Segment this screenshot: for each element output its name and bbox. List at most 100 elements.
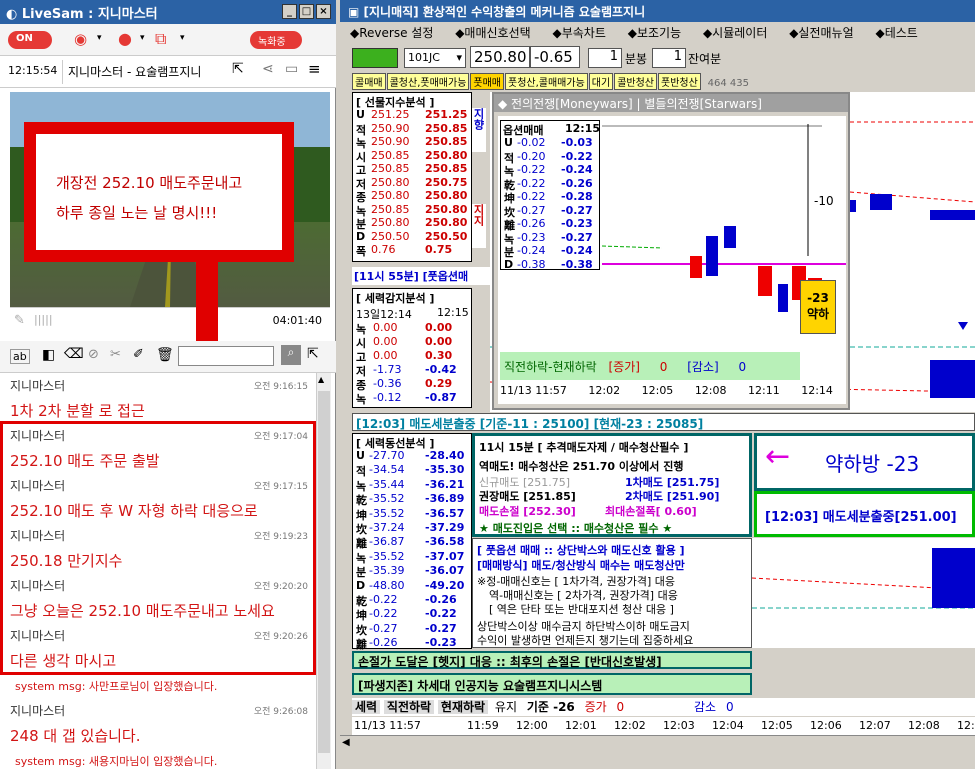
- scroll-left-icon[interactable]: ◀: [342, 737, 350, 748]
- chat-scrollbar[interactable]: ▲: [316, 373, 331, 769]
- menu-subchart[interactable]: ◆부속차트: [553, 26, 606, 40]
- divider: [62, 60, 63, 84]
- futures-value-a: 250.50: [371, 229, 410, 243]
- chat-time: 오전 9:20:20: [253, 582, 308, 592]
- tools-icon[interactable]: ✂: [110, 347, 121, 362]
- popout-icon[interactable]: ⇱: [307, 346, 319, 362]
- tab-put-exit[interactable]: 풋청산,콜매매가능: [505, 73, 588, 90]
- scroll-up-icon[interactable]: ▲: [318, 375, 324, 384]
- weak-badge-num: -23: [807, 291, 829, 305]
- futures-analysis-panel: [ 선물지수분석 ] U 251.25 251.25 적 250.90 250.85 녹 25…: [352, 92, 472, 262]
- menu-signal[interactable]: ◆매매신호선택: [455, 26, 530, 40]
- futures-key: U: [356, 108, 365, 121]
- time-axis-label: 12:04: [712, 719, 744, 732]
- futures-value-b: 250.85: [425, 121, 468, 135]
- volume-slider[interactable]: |||||: [34, 313, 53, 326]
- futures-side-label: 지향: [472, 108, 486, 152]
- close-icon[interactable]: ×: [316, 4, 331, 19]
- eraser-icon[interactable]: ⌫: [64, 346, 84, 362]
- app-icon: ▣: [348, 5, 360, 19]
- bun-input[interactable]: 1: [588, 48, 622, 68]
- mic-icon[interactable]: ●: [118, 29, 132, 48]
- option-table: 옵션매매 12:15 U -0.02 -0.03 적 -0.20 -0.22 녹 -0.22-…: [500, 120, 600, 271]
- trend-analysis-panel: [ 세력동선분석 ] U -27.70 -28.40 적 -34.54 -35.30 녹 -3…: [352, 433, 472, 652]
- remain-input[interactable]: 1: [652, 48, 686, 68]
- tab-put[interactable]: 풋매매: [470, 73, 504, 90]
- option-value-b: -0.23: [561, 217, 593, 230]
- menu-manual[interactable]: ◆실전매뉴얼: [789, 26, 853, 40]
- option-value-b: -0.22: [561, 149, 593, 163]
- signal-panel: 11시 15분 [ 추격매도자제 / 매수청산필수 ] 역매도! 매수청산은 2…: [472, 433, 752, 537]
- chevron-down-icon: ▾: [456, 51, 462, 64]
- chat-text: 250.18 만기지수: [10, 552, 123, 570]
- futures-value-b: 250.75: [425, 175, 468, 189]
- video-area: 개장전 252.10 매도주문내고 하루 종일 노는 날 명시!!!: [10, 92, 330, 307]
- chat-search-input[interactable]: [178, 346, 274, 366]
- popup-dec: 0: [738, 360, 747, 374]
- futures-value-a: 250.80: [371, 216, 410, 229]
- signal-head: 11시 15분 [ 추격매도자제 / 매수청산필수 ]: [479, 441, 689, 454]
- room-title: 지니마스터 - 요술램프지니: [68, 65, 202, 79]
- target-icon[interactable]: ◉: [74, 30, 87, 48]
- force-key: 녹: [356, 393, 367, 406]
- menu-reverse[interactable]: ◆Reverse 설정: [350, 26, 433, 40]
- screen-share-icon[interactable]: ⧉: [155, 29, 166, 49]
- overlay-line: 개장전 252.10 매도주문내고: [56, 174, 243, 192]
- popup-status: 직전하락-현재하락: [504, 360, 597, 374]
- volume-icon[interactable]: ✎: [14, 313, 25, 328]
- futures-value-a: 251.25: [371, 108, 410, 121]
- popup-inc: 0: [659, 360, 668, 374]
- chat-message: 지니마스터 오전 9:20:26 다른 생각 마시고: [0, 623, 316, 673]
- recording-toggle[interactable]: 녹화중: [250, 31, 302, 49]
- option-value-b: -0.28: [561, 190, 593, 203]
- tab-call-half[interactable]: 콜반청산: [614, 73, 657, 90]
- menu-icon[interactable]: ≡: [308, 60, 321, 78]
- chevron-down-icon[interactable]: ▾: [97, 33, 102, 43]
- search-icon[interactable]: ⌕: [281, 345, 301, 365]
- horizontal-scrollbar[interactable]: ◀: [340, 735, 975, 751]
- block-icon[interactable]: ⊘: [88, 347, 99, 362]
- share-icon[interactable]: ⋖: [262, 61, 274, 77]
- comment-icon[interactable]: ▭: [285, 61, 298, 77]
- split-box-panel: [12:03] 매도세분출중[251.00]: [754, 491, 975, 537]
- chat-message: 지니마스터 오전 9:16:15 1차 2차 분할 로 접근: [0, 373, 316, 421]
- chevron-down-icon[interactable]: ▾: [180, 33, 185, 43]
- tab-call-exit[interactable]: 콜청산,풋매매가능: [386, 73, 470, 90]
- edit-icon[interactable]: ✐: [133, 347, 144, 362]
- tab-put-half[interactable]: 풋반청산: [658, 73, 701, 90]
- futures-side-label2: 지지: [472, 204, 486, 248]
- menu-test[interactable]: ◆테스트: [875, 26, 917, 40]
- font-style-button[interactable]: ab: [10, 349, 30, 364]
- status-inc: 0: [616, 700, 625, 714]
- futures-value-a: 250.90: [371, 135, 410, 148]
- remain-label: 잔여분: [688, 52, 722, 66]
- status-label: 세력: [352, 700, 381, 714]
- chat-time: 오전 9:17:15: [253, 482, 308, 492]
- time-axis-label: 11:59: [467, 719, 499, 732]
- tab-call[interactable]: 콜매매: [352, 73, 386, 90]
- lower-chart-svg: [751, 548, 975, 609]
- video-status-bar: ✎ ||||| 04:01:40: [10, 307, 330, 335]
- menu-aux[interactable]: ◆보조기능: [628, 26, 681, 40]
- moneywars-popup: ◆ 전의전쟁[Moneywars] | 별들의전쟁[Starwars] 옵션매매…: [492, 92, 850, 410]
- panel-icon[interactable]: ◧: [42, 347, 55, 363]
- chevron-down-icon[interactable]: ▾: [140, 33, 145, 43]
- minimize-icon[interactable]: _: [282, 4, 297, 19]
- popup-time: 12:11: [748, 384, 780, 397]
- popup-status-bar: 직전하락-현재하락 [증가] 0 [감소] 0: [500, 352, 800, 380]
- popout-icon[interactable]: ⇱: [232, 61, 244, 77]
- tab-wait[interactable]: 대기: [588, 73, 614, 90]
- tab-numbers: 464 435: [707, 78, 749, 89]
- trash-icon[interactable]: 🗑: [156, 347, 174, 363]
- force-detect-panel: [ 세력감지분석 ] 13일12:14 12:15 녹 0.00 0.00 시 0.00…: [352, 288, 472, 408]
- on-toggle[interactable]: ON: [8, 31, 52, 49]
- signal-footer: ★ 매도진입은 선택 :: 매수청산은 필수 ★: [479, 522, 673, 535]
- maximize-icon[interactable]: □: [299, 4, 314, 19]
- status-now: 현재하락: [437, 700, 489, 714]
- trend-key: 離: [356, 638, 367, 652]
- scroll-thumb[interactable]: [318, 391, 330, 753]
- force-value-a: 0.00: [373, 335, 398, 348]
- option-value-b: -0.38: [561, 257, 593, 271]
- menu-simulator[interactable]: ◆시뮬레이터: [703, 26, 767, 40]
- code-select[interactable]: 101JC ▾: [404, 48, 466, 68]
